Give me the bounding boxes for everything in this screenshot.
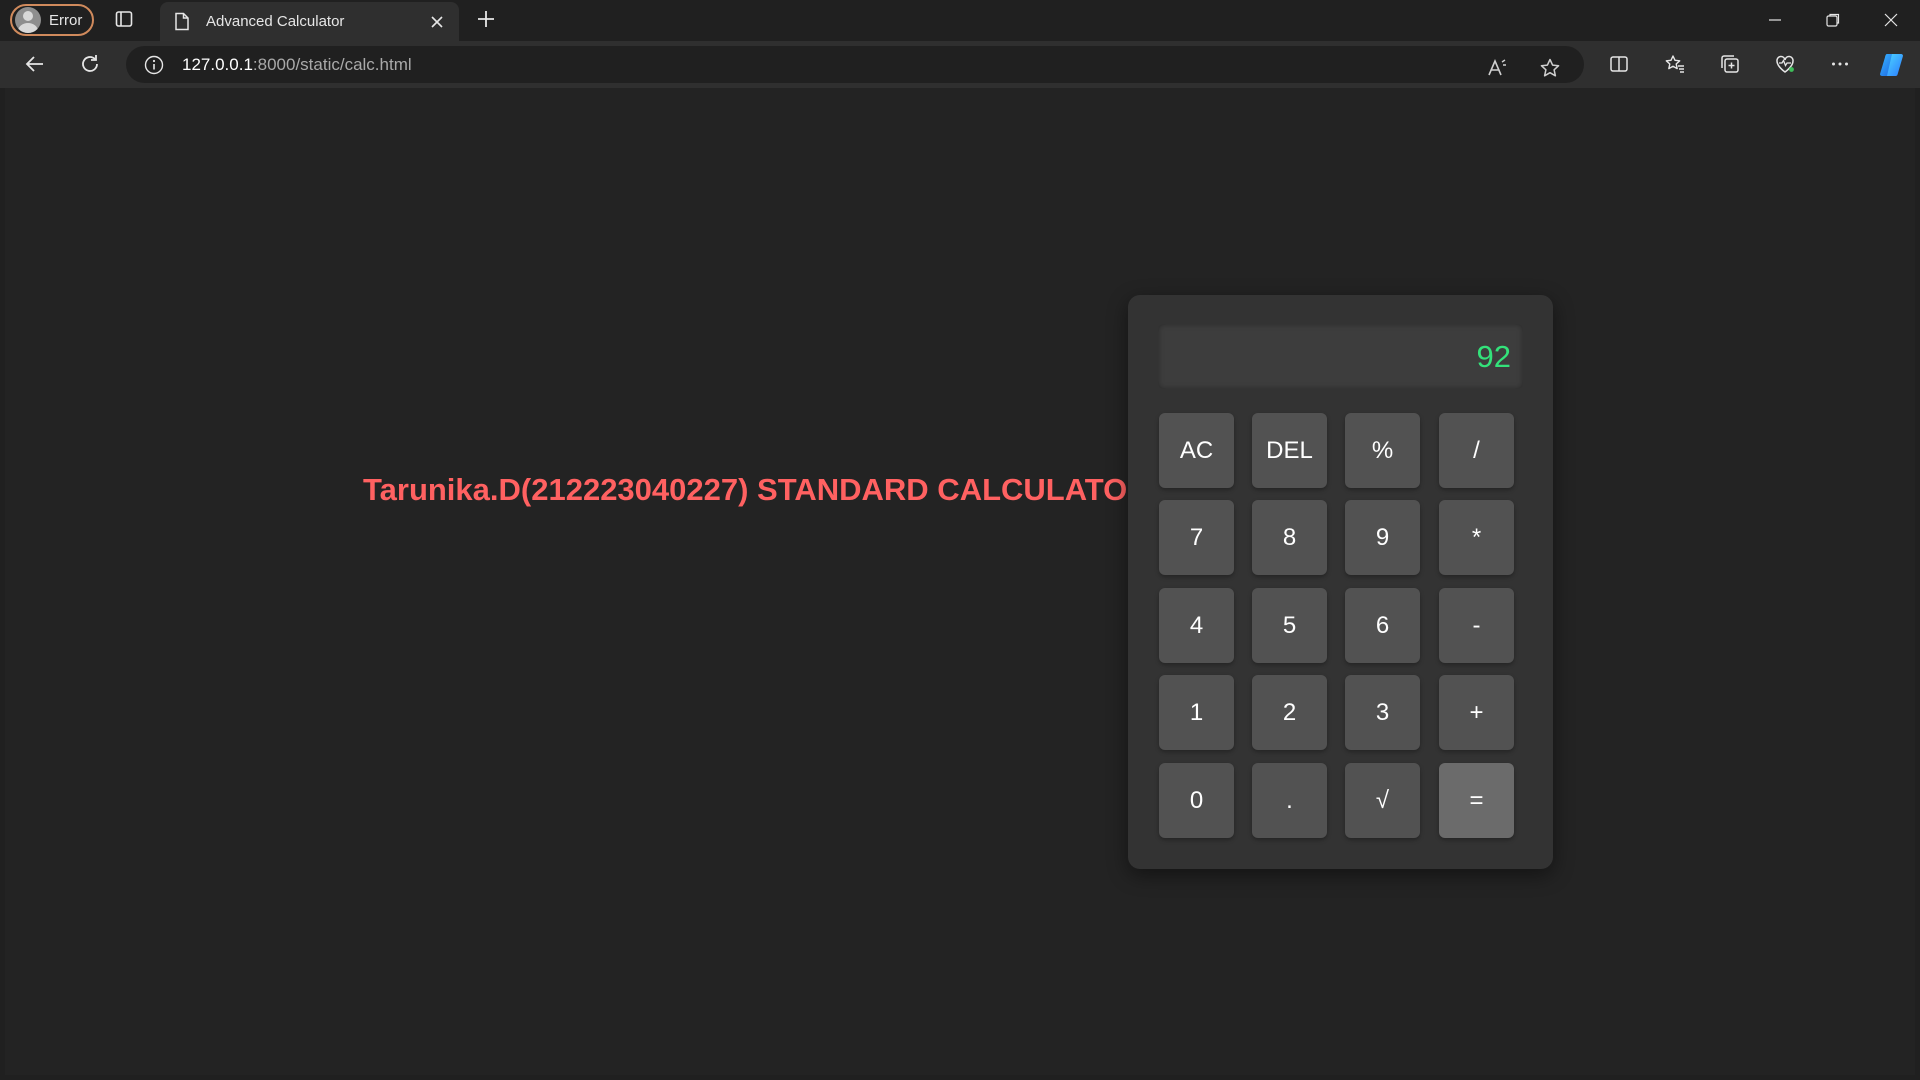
site-info-icon[interactable] <box>144 55 164 75</box>
key-7[interactable]: 7 <box>1159 500 1234 575</box>
key-6[interactable]: 6 <box>1345 588 1420 663</box>
avatar-icon <box>15 7 41 33</box>
copilot-icon[interactable] <box>1878 49 1910 81</box>
more-options-icon[interactable] <box>1827 51 1853 77</box>
key-subtract[interactable]: - <box>1439 588 1514 663</box>
key-delete[interactable]: DEL <box>1252 413 1327 488</box>
back-arrow-icon[interactable] <box>22 51 48 77</box>
refresh-icon[interactable] <box>77 51 103 77</box>
tab-actions-icon[interactable] <box>114 9 134 29</box>
profile-button[interactable]: Error <box>10 4 94 36</box>
key-1[interactable]: 1 <box>1159 675 1234 750</box>
url-host: 127.0.0.1 <box>182 54 253 74</box>
tab-title: Advanced Calculator <box>206 13 345 30</box>
key-percent[interactable]: % <box>1345 413 1420 488</box>
key-8[interactable]: 8 <box>1252 500 1327 575</box>
minimize-icon[interactable] <box>1752 6 1798 34</box>
browser-toolbar: 127.0.0.1:8000/static/calc.html <box>0 41 1920 88</box>
close-window-icon[interactable] <box>1868 6 1914 34</box>
split-screen-icon[interactable] <box>1606 51 1632 77</box>
key-square-root[interactable]: √ <box>1345 763 1420 838</box>
profile-label: Error <box>49 11 83 29</box>
key-0[interactable]: 0 <box>1159 763 1234 838</box>
key-5[interactable]: 5 <box>1252 588 1327 663</box>
collections-icon[interactable] <box>1717 51 1743 77</box>
page-viewport <box>5 88 1915 1075</box>
page-icon <box>174 12 190 31</box>
key-2[interactable]: 2 <box>1252 675 1327 750</box>
key-multiply[interactable]: * <box>1439 500 1514 575</box>
key-9[interactable]: 9 <box>1345 500 1420 575</box>
key-3[interactable]: 3 <box>1345 675 1420 750</box>
tab-advanced-calculator[interactable]: Advanced Calculator <box>160 2 459 41</box>
key-4[interactable]: 4 <box>1159 588 1234 663</box>
key-equals[interactable]: = <box>1439 763 1514 838</box>
key-add[interactable]: + <box>1439 675 1514 750</box>
page-heading: Tarunika.D(212223040227) STANDARD CALCUL… <box>363 472 1150 507</box>
restore-icon[interactable] <box>1810 6 1856 34</box>
browser-essentials-icon[interactable] <box>1772 51 1798 77</box>
key-all-clear[interactable]: AC <box>1159 413 1234 488</box>
url-path: :8000/static/calc.html <box>252 54 412 74</box>
key-divide[interactable]: / <box>1439 413 1514 488</box>
address-bar[interactable]: 127.0.0.1:8000/static/calc.html <box>126 46 1584 83</box>
key-decimal[interactable]: . <box>1252 763 1327 838</box>
calculator-keypad: AC DEL % / 7 8 9 * 4 5 6 - 1 2 3 + 0 . √… <box>1159 413 1515 838</box>
calculator-display: 92 <box>1158 324 1523 389</box>
calculator: 92 AC DEL % / 7 8 9 * 4 5 6 - 1 2 3 + 0 … <box>1128 295 1553 869</box>
favorite-star-icon[interactable] <box>1537 55 1563 81</box>
read-aloud-icon[interactable] <box>1484 55 1510 81</box>
favorites-icon[interactable] <box>1662 51 1688 77</box>
close-icon[interactable] <box>429 14 445 30</box>
new-tab-icon[interactable] <box>475 8 497 30</box>
tab-bar: Error Advanced Calculator <box>0 0 1920 41</box>
